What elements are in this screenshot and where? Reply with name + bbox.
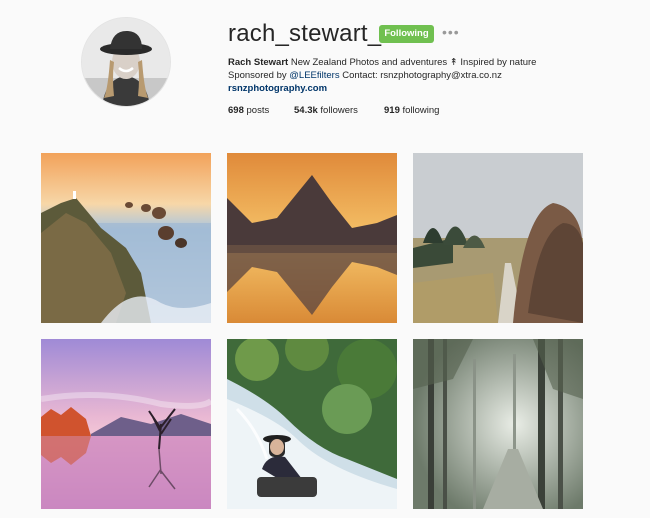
- posts-label: posts: [246, 105, 270, 116]
- bio-line-2: Sponsored by @LEEfilters Contact: rsnzph…: [228, 69, 536, 82]
- profile-bio: Rach Stewart New Zealand Photos and adve…: [228, 56, 536, 95]
- photo-tile-lone-tree[interactable]: [41, 339, 211, 509]
- followers-count: 54.3k: [294, 105, 318, 116]
- following-count: 919: [384, 105, 400, 116]
- photo-tile-autumn-road[interactable]: [413, 153, 583, 323]
- photo-tile-mountain-reflection[interactable]: [227, 153, 397, 323]
- posts-count: 698: [228, 105, 244, 116]
- contact-text: Contact: rsnzphotography@xtra.co.nz: [342, 70, 502, 81]
- followers-stat[interactable]: 54.3k followers: [294, 105, 358, 116]
- more-options-icon[interactable]: •••: [442, 25, 460, 40]
- bio-line-3: rsnzphotography.com: [228, 82, 536, 95]
- website-link[interactable]: rsnzphotography.com: [228, 83, 327, 94]
- display-name: Rach Stewart: [228, 57, 289, 68]
- following-button[interactable]: Following: [379, 25, 434, 43]
- profile-avatar[interactable]: [81, 17, 171, 107]
- photo-image: [227, 153, 397, 323]
- photo-tile-waterfall-person[interactable]: [227, 339, 397, 509]
- photo-image: [41, 339, 211, 509]
- following-stat[interactable]: 919 following: [384, 105, 439, 116]
- photo-tile-coastal-cliffs[interactable]: [41, 153, 211, 323]
- sponsor-prefix: Sponsored by: [228, 70, 287, 81]
- photo-image: [227, 339, 397, 509]
- bio-text: New Zealand Photos and adventures ↟ Insp…: [290, 57, 537, 68]
- photo-image: [41, 153, 211, 323]
- posts-stat: 698 posts: [228, 105, 269, 116]
- sponsor-handle-link[interactable]: @LEEfilters: [289, 70, 339, 81]
- followers-label: followers: [320, 105, 358, 116]
- photo-image: [413, 339, 583, 509]
- bio-line-1: Rach Stewart New Zealand Photos and adve…: [228, 56, 536, 69]
- photo-image: [413, 153, 583, 323]
- photo-tile-misty-forest[interactable]: [413, 339, 583, 509]
- avatar-image: [82, 18, 170, 106]
- following-label: following: [402, 105, 440, 116]
